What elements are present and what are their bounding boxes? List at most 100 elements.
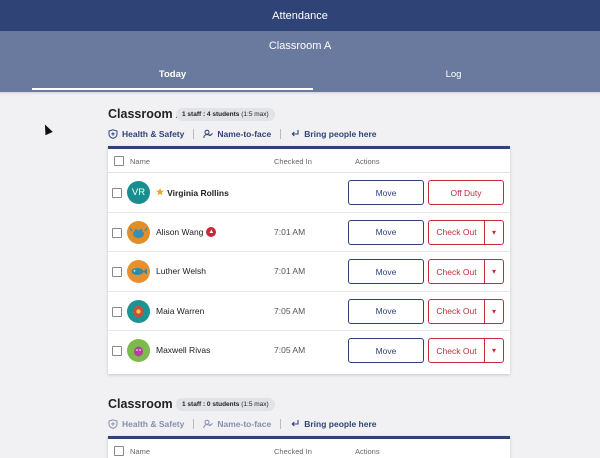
- avatar: [127, 339, 150, 363]
- check-out-label: Check Out: [436, 306, 477, 317]
- divider: [193, 419, 195, 429]
- person-name[interactable]: Maxwell Rivas: [156, 345, 210, 355]
- ratio-badge: 1 staff : 0 students (1:5 max): [176, 398, 275, 411]
- ratio-text: 1 staff : 4 students: [182, 111, 240, 118]
- person-name-text: Alison Wang: [156, 226, 204, 237]
- divider: [280, 419, 282, 429]
- row-checkbox[interactable]: [112, 188, 122, 198]
- check-out-label: Check Out: [436, 227, 477, 238]
- section-actions: Health & Safety Name-to-face Bring peopl…: [108, 417, 376, 431]
- health-safety-label: Health & Safety: [122, 419, 185, 429]
- attendance-table: Name Checked In Actions: [108, 436, 510, 458]
- person-name[interactable]: Alison Wang ▲: [156, 226, 217, 237]
- avatar: VR: [127, 181, 150, 204]
- ratio-badge: 1 staff : 4 students (1:5 max): [176, 108, 275, 121]
- move-button[interactable]: Move: [348, 298, 424, 324]
- section-actions: Health & Safety Name-to-face Bring peopl…: [108, 127, 376, 141]
- move-button[interactable]: Move: [348, 180, 424, 205]
- person-name-text: Luther Welsh: [156, 266, 206, 277]
- name-to-face-link[interactable]: Name-to-face: [203, 129, 271, 139]
- column-checked-in: Checked In: [274, 447, 312, 456]
- off-duty-button[interactable]: Off Duty: [428, 180, 504, 205]
- move-button[interactable]: Move: [348, 338, 424, 364]
- bring-people-link[interactable]: Bring people here: [290, 129, 376, 139]
- divider: [193, 129, 195, 139]
- crab-icon: [129, 227, 148, 238]
- table-row: Alison Wang ▲ 7:01 AM Move Check Out ▾: [108, 213, 510, 253]
- avatar: [127, 220, 150, 244]
- active-tab-indicator: [32, 88, 313, 90]
- name-to-face-link[interactable]: Name-to-face: [203, 419, 271, 429]
- sea-creature-icon: [133, 305, 144, 317]
- check-out-button[interactable]: Check Out ▾: [428, 259, 504, 285]
- select-all-checkbox[interactable]: [114, 446, 124, 456]
- person-check-icon: [203, 129, 214, 139]
- check-out-button[interactable]: Check Out ▾: [428, 338, 504, 364]
- attendance-table: Name Checked In Actions VR ★ Virginia Ro…: [108, 146, 510, 374]
- header-shadow: [0, 92, 600, 95]
- check-out-label: Check Out: [436, 266, 477, 277]
- room-header: Classroom A Today Log: [0, 31, 600, 92]
- chevron-down-icon[interactable]: ▾: [484, 339, 503, 363]
- person-name[interactable]: ★ Virginia Rollins: [156, 187, 229, 198]
- table-row: Maia Warren 7:05 AM Move Check Out ▾: [108, 292, 510, 332]
- column-name: Name: [130, 447, 151, 456]
- chevron-down-icon[interactable]: ▾: [484, 260, 503, 284]
- avatar: [127, 260, 150, 284]
- chevron-down-icon[interactable]: ▾: [484, 220, 503, 244]
- table-row: Luther Welsh 7:01 AM Move Check Out ▾: [108, 252, 510, 292]
- select-all-checkbox[interactable]: [114, 156, 124, 166]
- section-title: Classroom A: [108, 107, 185, 121]
- tab-today[interactable]: Today: [32, 69, 313, 80]
- column-actions: Actions: [355, 447, 380, 456]
- section-title: Classroom C: [108, 397, 186, 411]
- row-checkbox[interactable]: [112, 346, 122, 357]
- column-name: Name: [130, 157, 151, 166]
- room-title: Classroom A: [268, 40, 332, 52]
- fish-icon: [131, 268, 147, 276]
- row-checkbox[interactable]: [112, 306, 122, 317]
- health-safety-link[interactable]: Health & Safety: [108, 419, 184, 429]
- shield-icon: [108, 419, 118, 429]
- ratio-text: 1 staff : 0 students: [182, 401, 240, 408]
- table-row: VR ★ Virginia Rollins Move Off Duty: [108, 173, 510, 213]
- bring-people-link[interactable]: Bring people here: [290, 419, 376, 429]
- app-title: Attendance: [272, 9, 328, 22]
- ratio-max: (1:5 max): [241, 111, 269, 118]
- person-name[interactable]: Luther Welsh: [156, 266, 206, 276]
- bring-people-label: Bring people here: [304, 129, 377, 139]
- name-to-face-label: Name-to-face: [217, 129, 272, 139]
- person-name-text: Maxwell Rivas: [156, 345, 211, 356]
- mouse-cursor-icon: [41, 122, 53, 136]
- table-header: Name Checked In Actions: [108, 149, 510, 173]
- checked-in-time: 7:05 AM: [274, 305, 306, 316]
- app-header: Attendance: [0, 0, 600, 31]
- off-duty-label: Off Duty: [450, 187, 482, 198]
- tab-log[interactable]: Log: [313, 69, 594, 80]
- bring-people-label: Bring people here: [304, 419, 377, 429]
- chevron-down-icon[interactable]: ▾: [484, 299, 503, 323]
- star-icon: ★: [156, 187, 165, 197]
- allergy-alert-icon: ▲: [206, 226, 217, 237]
- animal-icon: [134, 346, 143, 357]
- column-actions: Actions: [355, 157, 380, 166]
- health-safety-link[interactable]: Health & Safety: [108, 129, 184, 139]
- divider: [280, 129, 282, 139]
- person-name-text: Maia Warren: [156, 305, 205, 316]
- row-checkbox[interactable]: [112, 267, 122, 278]
- row-checkbox[interactable]: [112, 227, 122, 238]
- checked-in-time: 7:01 AM: [274, 226, 306, 237]
- check-out-button[interactable]: Check Out ▾: [428, 219, 504, 245]
- person-name[interactable]: Maia Warren: [156, 306, 204, 316]
- move-button[interactable]: Move: [348, 219, 424, 245]
- check-out-button[interactable]: Check Out ▾: [428, 298, 504, 324]
- column-checked-in: Checked In: [274, 157, 312, 166]
- move-button[interactable]: Move: [348, 259, 424, 285]
- person-name-text: Virginia Rollins: [167, 187, 229, 198]
- arrow-down-left-icon: [291, 420, 299, 427]
- avatar: [127, 299, 150, 323]
- table-row: Maxwell Rivas 7:05 AM Move Check Out ▾: [108, 331, 510, 371]
- health-safety-label: Health & Safety: [122, 129, 185, 139]
- person-check-icon: [203, 419, 214, 429]
- check-out-label: Check Out: [436, 345, 477, 356]
